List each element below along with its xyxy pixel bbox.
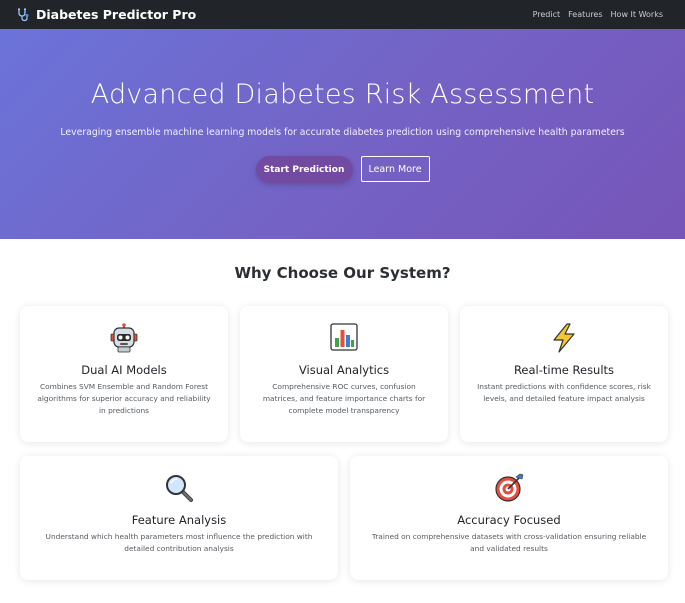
feature-card-accuracy: Accuracy Focused Trained on comprehensiv… <box>350 456 668 580</box>
hero-title: Advanced Diabetes Risk Assessment <box>90 79 595 110</box>
nav-link-features[interactable]: Features <box>568 10 602 19</box>
features-title: Why Choose Our System? <box>234 264 451 282</box>
hero-section: Advanced Diabetes Risk Assessment Levera… <box>0 29 685 239</box>
stethoscope-icon <box>16 7 30 22</box>
brand-title: Diabetes Predictor Pro <box>36 7 197 22</box>
learn-more-button[interactable]: Learn More <box>360 156 430 182</box>
hero-subtitle: Leveraging ensemble machine learning mod… <box>60 127 625 138</box>
robot-icon <box>20 323 228 353</box>
card-title: Visual Analytics <box>298 363 390 377</box>
navbar-brand[interactable]: Diabetes Predictor Pro <box>16 7 196 22</box>
lightning-icon <box>460 323 668 353</box>
card-description: Trained on comprehensive datasets with c… <box>371 532 647 553</box>
target-icon <box>350 473 668 503</box>
nav-links: Predict Features How It Works <box>533 10 669 19</box>
feature-card-feature-analysis: Feature Analysis Understand which health… <box>20 456 338 580</box>
nav-link-how-it-works[interactable]: How It Works <box>611 10 663 19</box>
nav-link-predict[interactable]: Predict <box>533 10 561 19</box>
card-description: Instant predictions with confidence scor… <box>477 382 651 403</box>
card-title: Real-time Results <box>513 363 615 377</box>
card-description: Combines SVM Ensemble and Random Forest … <box>37 382 211 415</box>
start-prediction-button[interactable]: Start Prediction <box>255 156 353 183</box>
feature-card-real-time: Real-time Results Instant predictions wi… <box>460 306 668 442</box>
card-title: Dual AI Models <box>81 363 167 377</box>
bar-chart-icon <box>240 323 448 353</box>
feature-card-visual-analytics: Visual Analytics Comprehensive ROC curve… <box>240 306 448 442</box>
card-title: Accuracy Focused <box>457 513 561 527</box>
navbar: Diabetes Predictor Pro Predict Features … <box>0 0 685 29</box>
card-description: Understand which health parameters most … <box>45 532 313 553</box>
magnifier-icon <box>20 473 338 503</box>
feature-card-dual-ai: Dual AI Models Combines SVM Ensemble and… <box>20 306 228 442</box>
hero-buttons: Start Prediction Learn More <box>0 156 685 183</box>
card-title: Feature Analysis <box>131 513 227 527</box>
card-description: Comprehensive ROC curves, confusion matr… <box>262 382 426 415</box>
